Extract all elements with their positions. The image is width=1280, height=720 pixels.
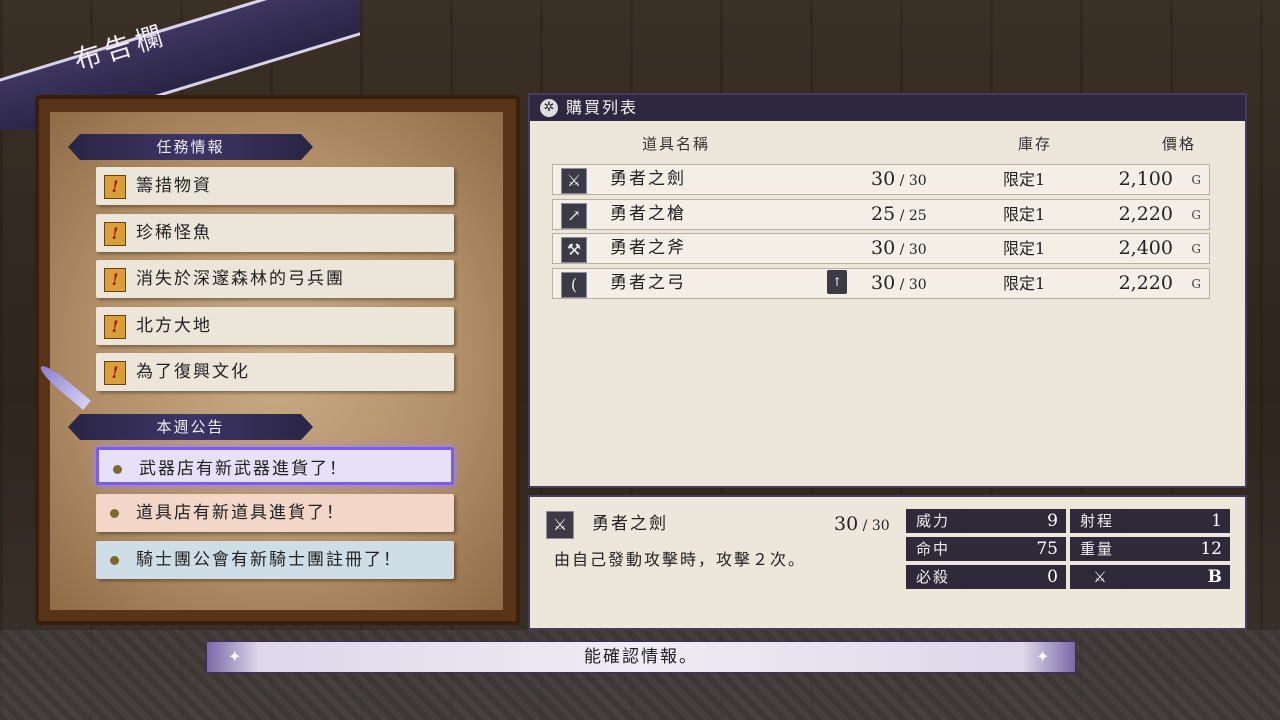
quest-scroll-icon: ! [104,361,126,385]
quest-item[interactable]: ! 珍稀怪魚 [96,214,454,252]
quest-scroll-icon: ! [104,315,126,339]
quest-scroll-icon: ! [104,268,126,292]
notice-item[interactable]: 武器店有新武器進貨了！ [96,447,454,485]
item-uses: 30 / 30 [871,272,927,294]
item-uses: 25 / 25 [871,203,927,225]
quest-label: 為了復興文化 [136,362,250,382]
gear-icon: ✲ [540,99,558,117]
column-header-stock: 庫存 [1018,135,1053,153]
quest-label: 珍稀怪魚 [136,223,212,243]
purchase-list-header: ✲ 購買列表 [530,95,1245,121]
currency-label: G [1191,173,1201,187]
item-uses: 30 / 30 [871,237,927,259]
item-name: 勇者之劍 [610,169,686,189]
currency-label: G [1191,242,1201,256]
hint-text: 能確認情報。 [584,647,698,667]
bullet-icon [113,465,122,474]
hint-bar: 能確認情報。 [206,641,1076,673]
bow-icon: ( [561,272,587,298]
column-header-name: 道具名稱 [642,135,711,153]
notice-item[interactable]: 騎士團公會有新騎士團註冊了！ [96,541,454,579]
item-price: 2,220 [1118,203,1173,225]
detail-item-name: 勇者之劍 [592,514,668,534]
stat-crit: 必殺 0 [906,565,1066,589]
notice-label: 道具店有新道具進貨了！ [136,503,345,523]
quest-item[interactable]: ! 消失於深邃森林的弓兵團 [96,260,454,298]
stat-weapon-rank: ⚔ B [1070,565,1230,589]
item-price: 2,400 [1118,237,1173,259]
shop-item-row[interactable]: ⚔ 勇者之劍 30 / 30 限定1 2,100 G [552,164,1210,195]
column-header-price: 價格 [1162,135,1197,153]
shop-item-row[interactable]: ⚒ 勇者之斧 30 / 30 限定1 2,400 G [552,233,1210,264]
quest-scroll-icon: ! [104,175,126,199]
stat-range: 射程 1 [1070,509,1230,533]
quest-label: 籌措物資 [136,176,212,196]
quest-scroll-icon: ! [104,222,126,246]
item-price: 2,220 [1118,272,1173,294]
star-ornament-icon: ✦ [228,647,242,666]
detail-description: 由自己發動攻擊時，攻擊２次。 [554,550,807,569]
notice-item[interactable]: 道具店有新道具進貨了！ [96,494,454,532]
sword-rank-icon: ⚔ [1070,565,1132,589]
item-price: 2,100 [1118,168,1173,190]
quill-up-icon: ↑ [827,270,847,294]
item-name: 勇者之弓 [610,273,686,293]
notice-section-header: 本週公告 [68,414,313,440]
bullet-icon [110,556,119,565]
purchase-list-title: 購買列表 [566,98,639,117]
item-detail-panel: ⚔ 勇者之劍 30 / 30 由自己發動攻擊時，攻擊２次。 威力 9 射程 1 … [528,495,1247,630]
item-uses: 30 / 30 [871,168,927,190]
quest-section-header: 任務情報 [68,134,313,160]
bullet-icon [110,509,119,518]
quest-label: 北方大地 [136,316,212,336]
sword-icon: ⚔ [546,511,574,539]
star-ornament-icon: ✦ [1036,647,1050,666]
notice-label: 武器店有新武器進貨了！ [139,459,348,479]
lance-icon: ↗ [561,203,587,229]
item-name: 勇者之斧 [610,238,686,258]
shop-item-row[interactable]: ↗ 勇者之槍 25 / 25 限定1 2,220 G [552,199,1210,230]
currency-label: G [1191,277,1201,291]
notice-label: 騎士團公會有新騎士團註冊了！ [136,550,402,570]
stat-hit: 命中 75 [906,537,1066,561]
quest-item[interactable]: ! 籌措物資 [96,167,454,205]
item-stock: 限定1 [1003,205,1046,224]
quest-label: 消失於深邃森林的弓兵團 [136,269,345,289]
axe-icon: ⚒ [561,237,587,263]
item-stock: 限定1 [1003,239,1046,258]
detail-item-uses: 30 / 30 [834,513,890,535]
item-stock: 限定1 [1003,274,1046,293]
shop-item-row[interactable]: ( 勇者之弓 ↑ 30 / 30 限定1 2,220 G [552,268,1210,299]
item-name: 勇者之槍 [610,204,686,224]
sword-icon: ⚔ [561,168,587,194]
purchase-list-panel: ✲ 購買列表 道具名稱 庫存 價格 ⚔ 勇者之劍 30 / 30 限定1 2,1… [528,93,1247,488]
item-stock: 限定1 [1003,170,1046,189]
quest-item[interactable]: ! 北方大地 [96,307,454,345]
quest-item[interactable]: ! 為了復興文化 [96,353,454,391]
stat-weight: 重量 12 [1070,537,1230,561]
stat-might: 威力 9 [906,509,1066,533]
currency-label: G [1191,208,1201,222]
